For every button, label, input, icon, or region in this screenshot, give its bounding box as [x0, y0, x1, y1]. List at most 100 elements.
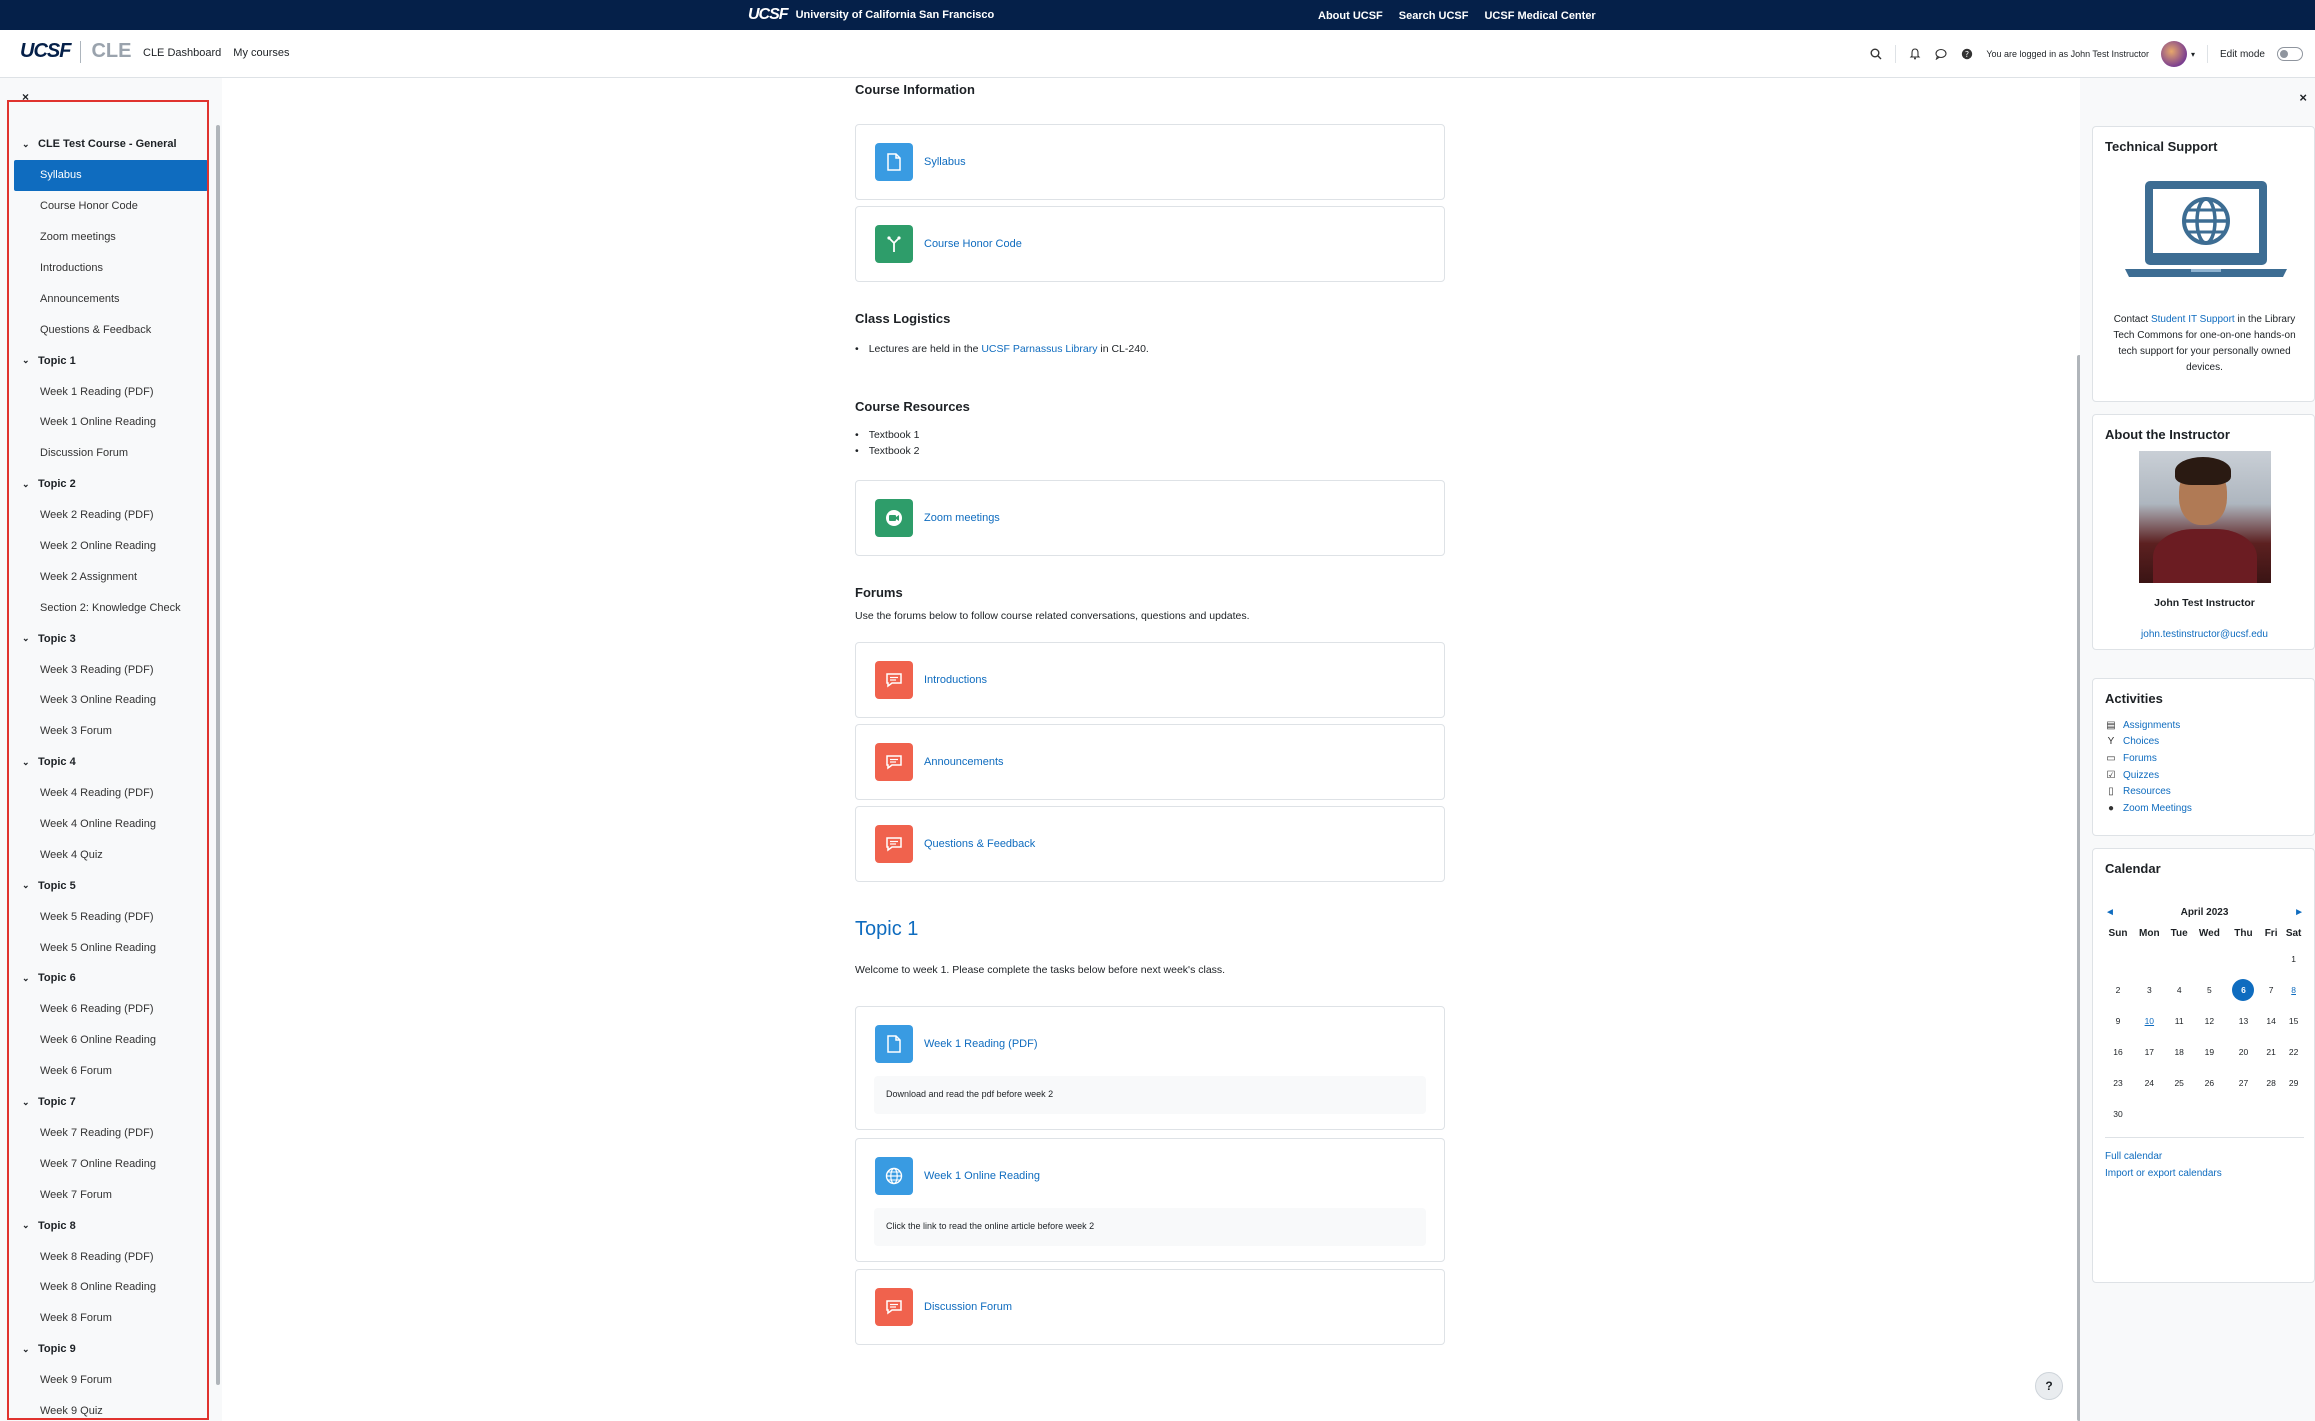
course-index-section[interactable]: ⌄ Topic 6	[14, 963, 208, 994]
ucsf-medical-center-link[interactable]: UCSF Medical Center	[1484, 10, 1595, 22]
help-button[interactable]: ?	[2035, 1372, 2063, 1400]
calendar-day[interactable]: 24	[2133, 1067, 2166, 1098]
questions-feedback-link[interactable]: Questions & Feedback	[924, 838, 1035, 850]
my-courses-link[interactable]: My courses	[233, 47, 289, 59]
course-index-item[interactable]: Discussion Forum	[14, 438, 208, 469]
course-index-item[interactable]: Week 7 Reading (PDF)	[14, 1118, 208, 1149]
course-index-section[interactable]: ⌄ Topic 5	[14, 870, 208, 901]
course-index-item[interactable]: Section 2: Knowledge Check	[14, 592, 208, 623]
calendar-day[interactable]: 20	[2226, 1036, 2261, 1067]
chevron-down-icon[interactable]: ⌄	[22, 880, 38, 891]
course-index-item[interactable]: Week 5 Reading (PDF)	[14, 901, 208, 932]
next-month-button[interactable]: ►	[2294, 907, 2304, 918]
course-index-item[interactable]: Week 4 Reading (PDF)	[14, 778, 208, 809]
course-index-item[interactable]: Week 6 Forum	[14, 1056, 208, 1087]
activity-link-quizzes[interactable]: ☑ Quizzes	[2105, 767, 2192, 784]
close-icon[interactable]: ×	[22, 90, 29, 104]
import-export-calendars-link[interactable]: Import or export calendars	[2105, 1168, 2222, 1179]
activity-syllabus[interactable]: Syllabus	[855, 124, 1445, 200]
activity-week-1-online-reading[interactable]: Week 1 Online Reading Click the link to …	[855, 1138, 1445, 1262]
parnassus-library-link[interactable]: UCSF Parnassus Library	[981, 343, 1097, 355]
help-circle-icon[interactable]: ?	[1960, 47, 1974, 61]
activity-link-assignments[interactable]: ▤ Assignments	[2105, 717, 2192, 734]
calendar-day[interactable]: 21	[2261, 1036, 2281, 1067]
topic-1-title[interactable]: Topic 1	[855, 918, 918, 941]
course-index-item[interactable]: Week 6 Online Reading	[14, 1025, 208, 1056]
calendar-day[interactable]: 16	[2103, 1036, 2133, 1067]
activity-link-resources[interactable]: ▯ Resources	[2105, 783, 2192, 800]
calendar-day[interactable]: 19	[2193, 1036, 2226, 1067]
course-index-item[interactable]: Week 3 Online Reading	[14, 685, 208, 716]
discussion-forum-link[interactable]: Discussion Forum	[924, 1301, 1012, 1313]
activity-link-zoom-meetings[interactable]: ● Zoom Meetings	[2105, 800, 2192, 817]
calendar-day[interactable]: 8	[2281, 974, 2306, 1005]
course-index-item[interactable]: Week 9 Forum	[14, 1365, 208, 1396]
chevron-down-icon[interactable]: ⌄	[22, 139, 38, 150]
chevron-down-icon[interactable]: ⌄	[22, 633, 38, 644]
search-icon[interactable]	[1869, 47, 1883, 61]
calendar-day[interactable]: 15	[2281, 1005, 2306, 1036]
course-index-section[interactable]: ⌄ CLE Test Course - General	[14, 129, 208, 160]
calendar-day[interactable]: 6	[2226, 974, 2261, 1005]
course-index-section[interactable]: ⌄ Topic 3	[14, 623, 208, 654]
course-index-item[interactable]: Week 8 Forum	[14, 1303, 208, 1334]
search-ucsf-link[interactable]: Search UCSF	[1399, 10, 1469, 22]
course-index-item[interactable]: Questions & Feedback	[14, 314, 208, 345]
calendar-day[interactable]: 4	[2166, 974, 2193, 1005]
course-index-item[interactable]: Week 2 Assignment	[14, 561, 208, 592]
course-index-item[interactable]: Week 9 Quiz	[14, 1396, 208, 1421]
course-index-item[interactable]: Week 1 Online Reading	[14, 407, 208, 438]
chevron-down-icon[interactable]: ⌄	[22, 1097, 38, 1108]
course-index-item[interactable]: Week 6 Reading (PDF)	[14, 994, 208, 1025]
syllabus-link[interactable]: Syllabus	[924, 156, 966, 168]
calendar-day[interactable]: 26	[2193, 1067, 2226, 1098]
calendar-day[interactable]: 29	[2281, 1067, 2306, 1098]
bell-icon[interactable]	[1908, 47, 1922, 61]
chevron-down-icon[interactable]: ⌄	[22, 1220, 38, 1231]
calendar-day[interactable]: 25	[2166, 1067, 2193, 1098]
course-index-item[interactable]: Week 2 Online Reading	[14, 531, 208, 562]
course-index-item[interactable]: Week 8 Reading (PDF)	[14, 1241, 208, 1272]
instructor-email-link[interactable]: john.testinstructor@ucsf.edu	[2093, 629, 2315, 640]
chevron-down-icon[interactable]: ⌄	[22, 1344, 38, 1355]
calendar-day[interactable]: 2	[2103, 974, 2133, 1005]
calendar-day[interactable]: 22	[2281, 1036, 2306, 1067]
calendar-day[interactable]: 27	[2226, 1067, 2261, 1098]
course-index-section[interactable]: ⌄ Topic 7	[14, 1087, 208, 1118]
left-scrollbar[interactable]	[216, 125, 220, 1385]
chevron-down-icon[interactable]: ⌄	[22, 355, 38, 366]
course-index-item[interactable]: Course Honor Code	[14, 191, 208, 222]
calendar-day[interactable]: 3	[2133, 974, 2166, 1005]
chevron-down-icon[interactable]: ⌄	[22, 479, 38, 490]
week-1-online-reading-link[interactable]: Week 1 Online Reading	[924, 1170, 1040, 1182]
user-avatar[interactable]	[2160, 41, 2187, 67]
course-index-item[interactable]: Week 7 Online Reading	[14, 1148, 208, 1179]
chevron-down-icon[interactable]: ⌄	[22, 757, 38, 768]
zoom-link[interactable]: Zoom meetings	[924, 512, 1000, 524]
calendar-day[interactable]: 30	[2103, 1098, 2133, 1129]
calendar-day[interactable]: 12	[2193, 1005, 2226, 1036]
calendar-day[interactable]: 14	[2261, 1005, 2281, 1036]
course-index-section[interactable]: ⌄ Topic 4	[14, 747, 208, 778]
previous-month-button[interactable]: ◄	[2105, 907, 2115, 918]
calendar-day[interactable]: 7	[2261, 974, 2281, 1005]
announcements-link[interactable]: Announcements	[924, 756, 1004, 768]
course-index-item[interactable]: Week 7 Forum	[14, 1179, 208, 1210]
course-index-item[interactable]: Introductions	[14, 253, 208, 284]
course-index-item[interactable]: Announcements	[14, 283, 208, 314]
course-index-section[interactable]: ⌄ Topic 9	[14, 1334, 208, 1365]
chevron-down-icon[interactable]: ⌄	[22, 973, 38, 984]
edit-mode-toggle[interactable]	[2277, 47, 2303, 61]
course-index-section[interactable]: ⌄ Topic 2	[14, 469, 208, 500]
activity-introductions[interactable]: Introductions	[855, 642, 1445, 718]
course-index-item[interactable]: Week 3 Reading (PDF)	[14, 654, 208, 685]
course-index-item[interactable]: Week 3 Forum	[14, 716, 208, 747]
course-index-item[interactable]: Week 4 Online Reading	[14, 809, 208, 840]
chevron-down-icon[interactable]: ▾	[2191, 50, 2195, 59]
course-index-item[interactable]: Week 5 Online Reading	[14, 932, 208, 963]
activity-link-choices[interactable]: Y Choices	[2105, 734, 2192, 751]
ucsf-brand[interactable]: UCSF University of California San Franci…	[748, 6, 994, 24]
activity-zoom[interactable]: Zoom meetings	[855, 480, 1445, 556]
course-index-item[interactable]: Syllabus	[14, 159, 208, 191]
course-index-section[interactable]: ⌄ Topic 1	[14, 345, 208, 376]
